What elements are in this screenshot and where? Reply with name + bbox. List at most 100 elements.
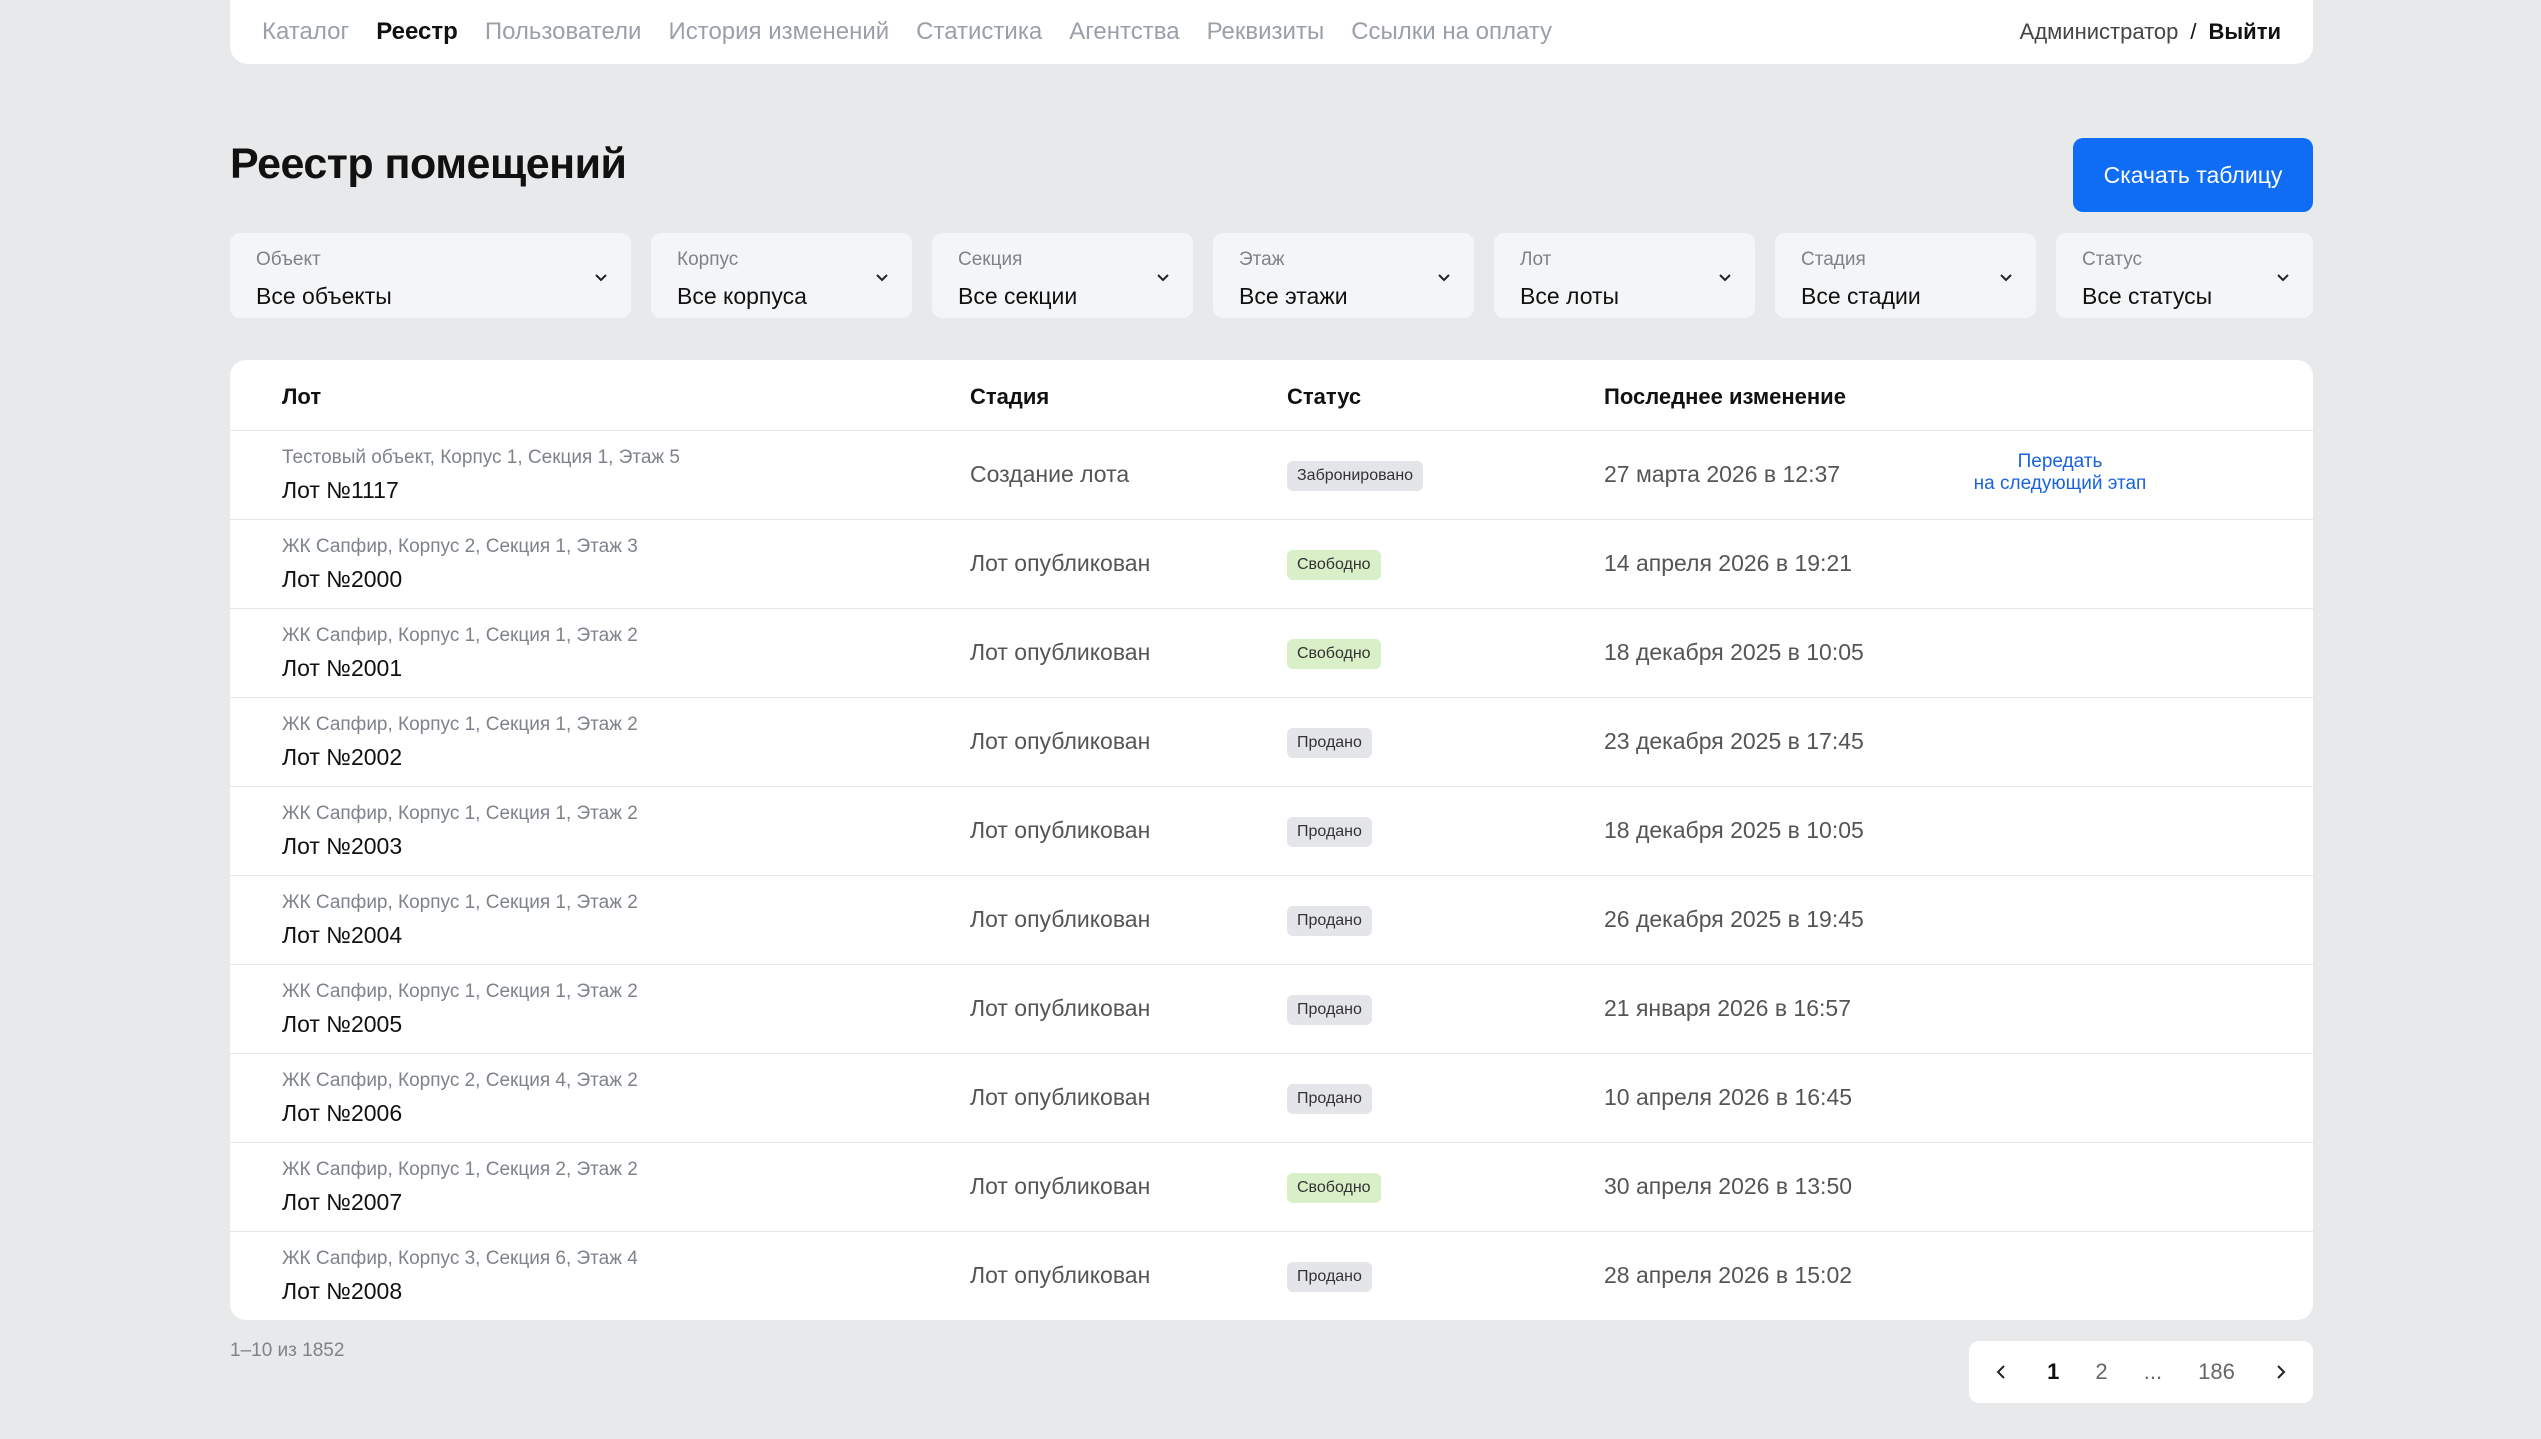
chevron-left-icon[interactable] xyxy=(1993,1363,2011,1381)
status-cell: Продано xyxy=(1287,1084,1372,1114)
nav-item-statistics[interactable]: Статистика xyxy=(916,18,1042,46)
nav-item-history[interactable]: История изменений xyxy=(668,18,889,46)
status-badge: Свободно xyxy=(1287,639,1381,669)
table-header: Лот Стадия Статус Последнее изменение xyxy=(230,360,2313,431)
lot-cell: ЖК Сапфир, Корпус 1, Секция 1, Этаж 2 Ло… xyxy=(282,981,638,1038)
last-change-cell: 14 апреля 2026 в 19:21 xyxy=(1604,550,1853,576)
user-separator: / xyxy=(2190,19,2197,44)
stage-cell: Лот опубликован xyxy=(970,1262,1151,1288)
status-badge: Продано xyxy=(1287,817,1372,847)
table-row[interactable]: ЖК Сапфир, Корпус 1, Секция 1, Этаж 2 Ло… xyxy=(230,787,2313,876)
filter-stage[interactable]: Стадия Все стадии xyxy=(1775,233,2036,318)
chevron-down-icon xyxy=(876,274,888,282)
column-header-last-change: Последнее изменение xyxy=(1604,384,1846,409)
table-row[interactable]: Тестовый объект, Корпус 1, Секция 1, Эта… xyxy=(230,431,2313,520)
lot-name[interactable]: Лот №2006 xyxy=(282,1100,638,1127)
lot-cell: ЖК Сапфир, Корпус 1, Секция 1, Этаж 2 Ло… xyxy=(282,714,638,771)
nav-item-requisites[interactable]: Реквизиты xyxy=(1207,18,1325,46)
lot-name[interactable]: Лот №2008 xyxy=(282,1278,638,1305)
filter-status[interactable]: Статус Все статусы xyxy=(2056,233,2313,318)
filter-building[interactable]: Корпус Все корпуса xyxy=(651,233,912,318)
download-table-button[interactable]: Скачать таблицу xyxy=(2073,138,2313,212)
table-row[interactable]: ЖК Сапфир, Корпус 1, Секция 1, Этаж 2 Ло… xyxy=(230,609,2313,698)
last-change-cell: 30 апреля 2026 в 13:50 xyxy=(1604,1173,1853,1199)
next-stage-link[interactable]: Передать на следующий этап xyxy=(1960,451,2160,495)
lot-name[interactable]: Лот №1117 xyxy=(282,477,680,504)
status-badge: Свободно xyxy=(1287,550,1381,580)
stage-cell: Лот опубликован xyxy=(970,1084,1151,1110)
filters-bar: Объект Все объекты Корпус Все корпуса Се… xyxy=(230,233,2313,318)
filter-value: Все статусы xyxy=(2082,283,2213,309)
lot-address: ЖК Сапфир, Корпус 2, Секция 4, Этаж 2 xyxy=(282,1070,638,1091)
chevron-right-icon[interactable] xyxy=(2271,1363,2289,1381)
status-cell: Забронировано xyxy=(1287,461,1424,491)
lot-cell: Тестовый объект, Корпус 1, Секция 1, Эта… xyxy=(282,447,680,504)
table-row[interactable]: ЖК Сапфир, Корпус 1, Секция 1, Этаж 2 Ло… xyxy=(230,876,2313,965)
table-row[interactable]: ЖК Сапфир, Корпус 1, Секция 2, Этаж 2 Ло… xyxy=(230,1143,2313,1232)
status-badge: Продано xyxy=(1287,728,1372,758)
table-row[interactable]: ЖК Сапфир, Корпус 2, Секция 4, Этаж 2 Ло… xyxy=(230,1054,2313,1143)
last-change-cell: 18 декабря 2025 в 10:05 xyxy=(1604,639,1864,665)
lot-cell: ЖК Сапфир, Корпус 3, Секция 6, Этаж 4 Ло… xyxy=(282,1248,638,1305)
status-badge: Продано xyxy=(1287,906,1372,936)
status-cell: Продано xyxy=(1287,906,1372,936)
user-area: Администратор / Выйти xyxy=(2020,19,2281,45)
stage-cell: Лот опубликован xyxy=(970,728,1151,754)
filter-lot[interactable]: Лот Все лоты xyxy=(1494,233,1755,318)
last-change-cell: 27 марта 2026 в 12:37 xyxy=(1604,461,1841,487)
nav-item-catalog[interactable]: Каталог xyxy=(262,18,349,46)
status-badge: Продано xyxy=(1287,1084,1372,1114)
logout-link[interactable]: Выйти xyxy=(2209,19,2282,45)
page-number[interactable]: 1 xyxy=(2047,1359,2059,1385)
status-badge: Продано xyxy=(1287,995,1372,1025)
lot-name[interactable]: Лот №2005 xyxy=(282,1011,638,1038)
filter-value: Все секции xyxy=(958,283,1078,309)
status-cell: Продано xyxy=(1287,728,1372,758)
lot-name[interactable]: Лот №2007 xyxy=(282,1189,638,1216)
lot-cell: ЖК Сапфир, Корпус 2, Секция 4, Этаж 2 Ло… xyxy=(282,1070,638,1127)
lot-address: ЖК Сапфир, Корпус 1, Секция 1, Этаж 2 xyxy=(282,714,638,735)
column-header-lot: Лот xyxy=(282,384,322,409)
last-change-cell: 26 декабря 2025 в 19:45 xyxy=(1604,906,1864,932)
filter-section[interactable]: Секция Все секции xyxy=(932,233,1193,318)
filter-value: Все объекты xyxy=(256,283,392,309)
table-row[interactable]: ЖК Сапфир, Корпус 3, Секция 6, Этаж 4 Ло… xyxy=(230,1232,2313,1320)
nav-item-agencies[interactable]: Агентства xyxy=(1069,18,1179,46)
nav-items: Каталог Реестр Пользователи История изме… xyxy=(262,18,1552,46)
nav-item-users[interactable]: Пользователи xyxy=(485,18,642,46)
page-number[interactable]: 186 xyxy=(2198,1359,2235,1385)
lot-name[interactable]: Лот №2000 xyxy=(282,566,638,593)
chevron-down-icon xyxy=(595,274,607,282)
last-change-cell: 21 января 2026 в 16:57 xyxy=(1604,995,1851,1021)
table-row[interactable]: ЖК Сапфир, Корпус 1, Секция 1, Этаж 2 Ло… xyxy=(230,965,2313,1054)
chevron-down-icon xyxy=(2000,274,2012,282)
filter-value: Все корпуса xyxy=(677,283,807,309)
page-number[interactable]: 2 xyxy=(2095,1359,2107,1385)
next-stage-link-line: на следующий этап xyxy=(1973,473,2147,494)
results-range: 1–10 из 1852 xyxy=(230,1340,345,1361)
lot-cell: ЖК Сапфир, Корпус 1, Секция 1, Этаж 2 Ло… xyxy=(282,892,638,949)
lot-name[interactable]: Лот №2002 xyxy=(282,744,638,771)
lot-address: ЖК Сапфир, Корпус 1, Секция 1, Этаж 2 xyxy=(282,981,638,1002)
status-cell: Свободно xyxy=(1287,639,1381,669)
nav-item-registry[interactable]: Реестр xyxy=(376,18,458,46)
lot-name[interactable]: Лот №2004 xyxy=(282,922,638,949)
lot-name[interactable]: Лот №2001 xyxy=(282,655,638,682)
lot-address: ЖК Сапфир, Корпус 2, Секция 1, Этаж 3 xyxy=(282,536,638,557)
chevron-down-icon xyxy=(1719,274,1731,282)
filter-object[interactable]: Объект Все объекты xyxy=(230,233,631,318)
status-badge: Продано xyxy=(1287,1262,1372,1292)
lot-address: ЖК Сапфир, Корпус 1, Секция 1, Этаж 2 xyxy=(282,892,638,913)
filter-floor[interactable]: Этаж Все этажи xyxy=(1213,233,1474,318)
filter-label: Стадия xyxy=(1801,249,1866,270)
filter-label: Объект xyxy=(256,249,321,270)
last-change-cell: 18 декабря 2025 в 10:05 xyxy=(1604,817,1864,843)
stage-cell: Лот опубликован xyxy=(970,639,1151,665)
table-row[interactable]: ЖК Сапфир, Корпус 2, Секция 1, Этаж 3 Ло… xyxy=(230,520,2313,609)
filter-label: Лот xyxy=(1520,249,1552,270)
nav-item-payment-links[interactable]: Ссылки на оплату xyxy=(1351,18,1552,46)
table-row[interactable]: ЖК Сапфир, Корпус 1, Секция 1, Этаж 2 Ло… xyxy=(230,698,2313,787)
lot-name[interactable]: Лот №2003 xyxy=(282,833,638,860)
stage-cell: Лот опубликован xyxy=(970,1173,1151,1199)
last-change-cell: 23 декабря 2025 в 17:45 xyxy=(1604,728,1864,754)
